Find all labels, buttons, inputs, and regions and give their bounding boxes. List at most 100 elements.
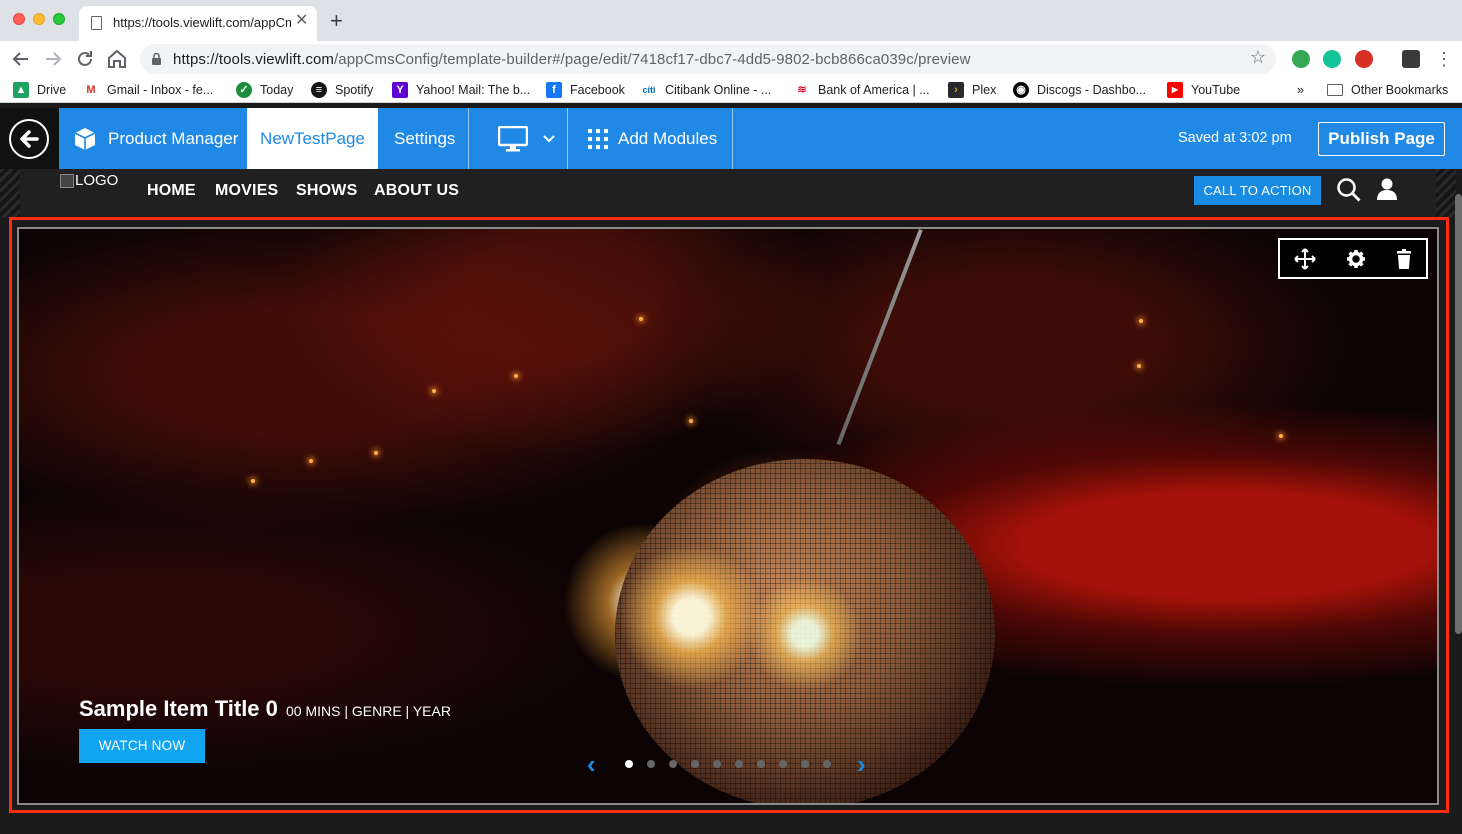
bofa-icon: ≋ — [794, 82, 810, 98]
tab-page-name[interactable]: NewTestPage — [247, 108, 378, 169]
bookmark-plex[interactable]: › Plex — [948, 81, 996, 99]
back-button[interactable] — [0, 108, 59, 169]
address-bar[interactable]: https://tools.viewlift.com/appCmsConfig/… — [140, 44, 1276, 74]
disco-ball-image — [615, 459, 995, 803]
user-icon[interactable] — [1377, 178, 1397, 200]
chevron-left-icon[interactable]: ‹ — [587, 751, 596, 777]
carousel-dot[interactable] — [647, 760, 655, 768]
bookmark-gmail[interactable]: M Gmail - Inbox - fe... — [83, 81, 213, 99]
carousel-dot[interactable] — [779, 760, 787, 768]
minimize-window-button[interactable] — [33, 13, 45, 25]
maximize-window-button[interactable] — [53, 13, 65, 25]
browser-tab-strip: https://tools.viewlift.com/appCmsConfig/… — [0, 0, 1462, 41]
site-header: LOGO HOME MOVIES SHOWS ABOUT US CALL TO … — [20, 169, 1436, 217]
bookmark-bofa[interactable]: ≋ Bank of America | ... — [794, 81, 930, 99]
site-logo[interactable]: LOGO — [60, 172, 118, 189]
cube-icon — [74, 127, 96, 150]
device-preview-dropdown[interactable] — [498, 108, 556, 169]
lock-icon — [152, 53, 161, 65]
page-scrollbar[interactable] — [1455, 194, 1462, 634]
close-window-button[interactable] — [13, 13, 25, 25]
grid-icon — [588, 128, 608, 149]
other-bookmarks-folder[interactable]: Other Bookmarks — [1327, 81, 1448, 99]
kebab-menu-icon[interactable]: ⋮ — [1432, 47, 1456, 71]
plex-icon: › — [948, 82, 964, 98]
grammarly-icon[interactable] — [1323, 50, 1341, 68]
bookmark-citibank[interactable]: citi Citibank Online - ... — [641, 81, 771, 99]
bookmark-star-icon[interactable]: ☆ — [1250, 47, 1266, 68]
facebook-icon: f — [546, 82, 562, 98]
decorative-stripes — [1436, 169, 1456, 217]
bookmarks-overflow-button[interactable]: » — [1297, 81, 1304, 99]
carousel-dot[interactable] — [757, 760, 765, 768]
chevron-right-icon[interactable]: › — [857, 751, 866, 777]
extension-icon[interactable] — [1355, 50, 1373, 68]
browser-toolbar: https://tools.viewlift.com/appCmsConfig/… — [0, 41, 1462, 77]
close-icon[interactable]: ✕ — [295, 13, 308, 29]
carousel-dot[interactable] — [823, 760, 831, 768]
trash-icon[interactable] — [1393, 248, 1415, 270]
reload-icon[interactable] — [73, 47, 97, 71]
bookmark-spotify[interactable]: ≡ Spotify — [311, 81, 373, 99]
bookmark-discogs[interactable]: ◉ Discogs - Dashbo... — [1013, 81, 1146, 99]
bookmarks-bar: ▲ Drive M Gmail - Inbox - fe... ✓ Today ≡ Sp… — [0, 77, 1462, 103]
discogs-icon: ◉ — [1013, 82, 1029, 98]
extension-icon[interactable] — [1292, 50, 1310, 68]
bookmark-youtube[interactable]: ▶ YouTube — [1167, 81, 1240, 99]
search-icon[interactable] — [1336, 177, 1362, 203]
light-spark — [639, 317, 643, 321]
new-tab-button[interactable]: + — [330, 10, 343, 32]
chevron-down-icon — [543, 134, 555, 142]
bookmark-drive[interactable]: ▲ Drive — [13, 81, 66, 99]
product-manager-button[interactable]: Product Manager — [74, 108, 238, 169]
move-icon[interactable] — [1294, 248, 1316, 270]
page-preview: LOGO HOME MOVIES SHOWS ABOUT US CALL TO … — [0, 169, 1462, 834]
nav-shows[interactable]: SHOWS — [296, 182, 357, 200]
carousel-dot[interactable] — [801, 760, 809, 768]
carousel-dot[interactable] — [625, 760, 633, 768]
nav-about-us[interactable]: ABOUT US — [374, 182, 459, 200]
settings-button[interactable]: Settings — [394, 108, 455, 169]
light-spark — [251, 479, 255, 483]
desktop-icon — [498, 125, 528, 151]
call-to-action-button[interactable]: CALL TO ACTION — [1194, 176, 1321, 205]
page-icon — [91, 16, 102, 30]
carousel-dot[interactable] — [713, 760, 721, 768]
bookmark-today[interactable]: ✓ Today — [236, 81, 293, 99]
today-icon: ✓ — [236, 82, 252, 98]
home-icon[interactable] — [105, 47, 129, 71]
add-modules-button[interactable]: Add Modules — [588, 108, 717, 169]
carousel-dot[interactable] — [735, 760, 743, 768]
light-spark — [432, 389, 436, 393]
spotify-icon: ≡ — [311, 82, 327, 98]
decorative-stripes — [0, 169, 20, 217]
tab-title: https://tools.viewlift.com/appCmsConfig/… — [113, 15, 291, 30]
publish-page-button[interactable]: Publish Page — [1318, 122, 1445, 156]
youtube-icon: ▶ — [1167, 82, 1183, 98]
light-spark — [1279, 434, 1283, 438]
carousel-dot[interactable] — [669, 760, 677, 768]
citi-icon: citi — [641, 82, 657, 98]
carousel-dot[interactable] — [691, 760, 699, 768]
module-toolbar — [1278, 238, 1428, 279]
profile-avatar[interactable] — [1402, 50, 1420, 68]
bookmark-facebook[interactable]: f Facebook — [546, 81, 625, 99]
template-builder-toolbar: Product Manager NewTestPage Settings Add… — [0, 108, 1462, 169]
hero-carousel[interactable]: Sample Item Title 0 00 MINS | GENRE | YE… — [17, 227, 1439, 805]
divider — [567, 108, 568, 169]
save-status: Saved at 3:02 pm — [1178, 130, 1292, 146]
browser-tab[interactable]: https://tools.viewlift.com/appCmsConfig/… — [79, 6, 317, 41]
divider — [468, 108, 469, 169]
light-spark — [374, 451, 378, 455]
yahoo-icon: Y — [392, 82, 408, 98]
gear-icon[interactable] — [1345, 248, 1367, 270]
back-icon[interactable] — [9, 47, 33, 71]
hero-item-meta: 00 MINS | GENRE | YEAR — [286, 703, 451, 719]
nav-movies[interactable]: MOVIES — [215, 182, 278, 200]
watch-now-button[interactable]: WATCH NOW — [79, 729, 205, 763]
forward-icon[interactable] — [41, 47, 65, 71]
hero-item-title: Sample Item Title 0 — [79, 696, 278, 721]
carousel-pagination — [625, 760, 831, 768]
nav-home[interactable]: HOME — [147, 182, 196, 200]
bookmark-yahoo[interactable]: Y Yahoo! Mail: The b... — [392, 81, 530, 99]
